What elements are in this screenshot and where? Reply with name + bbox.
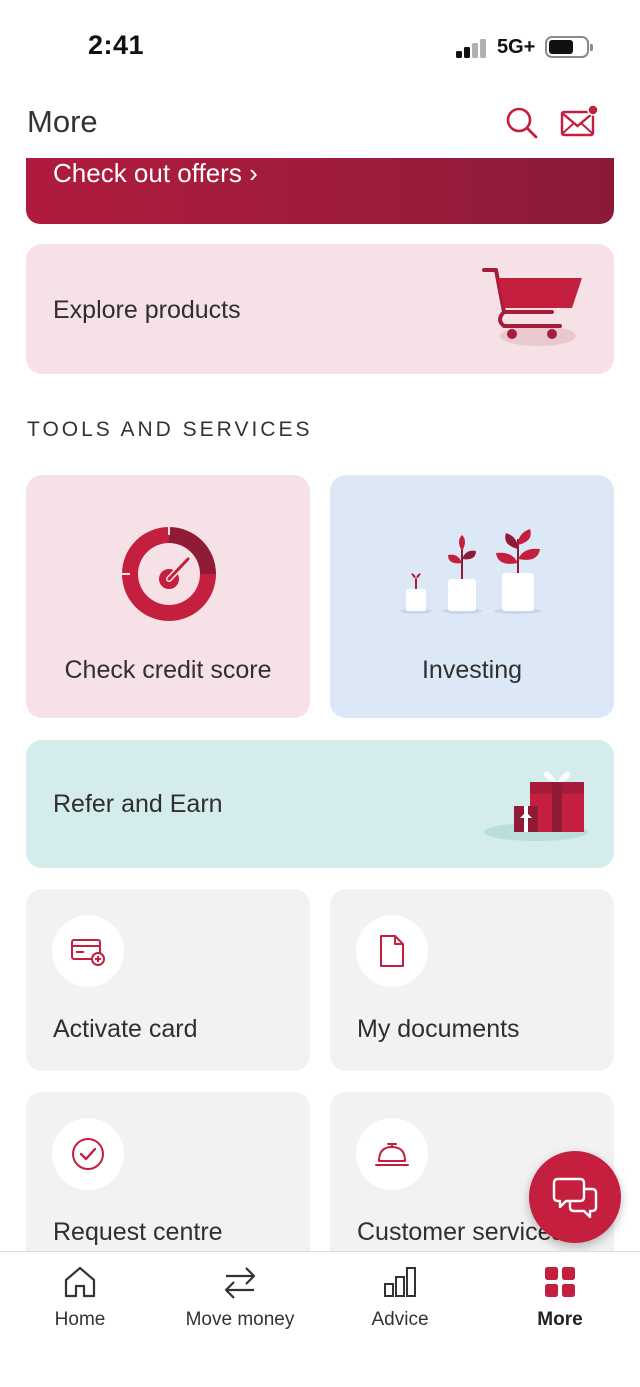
tab-home-label: Home [54,1309,106,1330]
chat-bubbles-icon [552,1177,598,1219]
plants-growth-icon [398,523,548,623]
document-icon [380,935,404,967]
refer-and-earn-label: Refer and Earn [53,790,223,818]
request-centre-label: Request centre [53,1218,223,1246]
tab-more[interactable]: More [480,1252,640,1352]
grid-icon [545,1267,575,1297]
tab-home[interactable]: Home [0,1252,160,1352]
activate-card-label: Activate card [53,1015,198,1043]
page-title: More [27,104,98,139]
activate-card-tile[interactable]: Activate card [26,889,310,1071]
shopping-cart-icon [482,268,592,353]
mail-icon [560,104,599,137]
explore-products-label: Explore products [53,296,241,324]
status-bar: 2:41 5G+ [0,0,640,96]
refer-and-earn-card[interactable]: Refer and Earn [26,740,614,868]
signal-icon [456,38,490,58]
inbox-button[interactable] [559,102,599,142]
check-out-offers-link[interactable]: Check out offers › [53,158,258,189]
battery-icon [545,36,593,58]
check-credit-score-label: Check credit score [64,656,272,684]
tab-advice-label: Advice [371,1309,429,1330]
chat-button[interactable] [529,1151,621,1243]
my-documents-tile[interactable]: My documents [330,889,614,1071]
search-icon [506,107,538,139]
gift-icon [466,762,606,852]
customer-services-label: Customer services [357,1218,564,1246]
transfer-icon [224,1267,256,1299]
offers-banner[interactable]: Check out offers › [26,158,614,224]
tab-move-money[interactable]: Move money [160,1252,320,1352]
check-credit-score-card[interactable]: Check credit score [26,475,310,718]
service-bell-icon [375,1143,409,1166]
tab-advice[interactable]: Advice [320,1252,480,1352]
explore-products-card[interactable]: Explore products [26,244,614,374]
home-icon [64,1266,96,1298]
credit-gauge-icon [114,519,224,634]
card-add-icon [71,939,105,966]
section-title: TOOLS AND SERVICES [27,418,313,441]
bar-chart-icon [384,1267,416,1297]
investing-card[interactable]: Investing [330,475,614,718]
tab-bar: Home Move money Advice More [0,1251,640,1387]
status-time: 2:41 [88,30,145,60]
tab-move-money-label: Move money [185,1309,295,1330]
check-circle-icon [72,1138,104,1170]
investing-label: Investing [421,656,523,684]
tab-more-label: More [537,1309,583,1330]
my-documents-label: My documents [357,1015,520,1043]
header: More [0,96,640,156]
search-button[interactable] [503,104,541,142]
network-label: 5G+ [497,36,536,58]
